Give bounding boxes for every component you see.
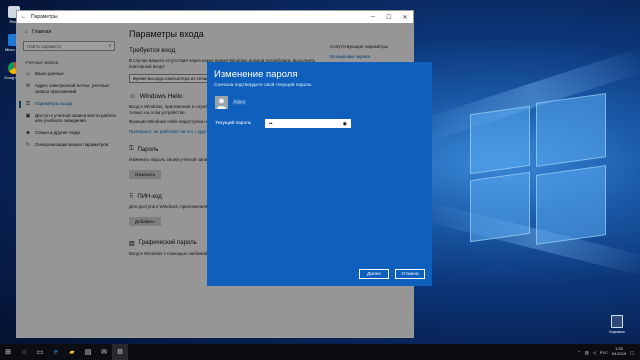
reveal-password-icon[interactable]: ◉	[343, 121, 347, 127]
current-password-input[interactable]: •• ◉	[265, 119, 351, 128]
current-password-label: Текущий пароль	[215, 121, 252, 126]
settings-taskbar-icon[interactable]: ⚙	[112, 344, 128, 360]
dialog-title: Изменение пароля	[214, 69, 298, 80]
edge-taskbar-icon[interactable]: e	[48, 344, 64, 360]
avatar	[215, 96, 228, 109]
window-titlebar: ← Параметры ─ ☐ ✕	[17, 11, 413, 23]
user-name: Alex	[233, 99, 246, 106]
dialog-subtitle: Сначала подтвердите свой текущий пароль.	[214, 83, 313, 88]
current-password-row: Текущий пароль •• ◉	[207, 109, 432, 128]
clock[interactable]: 1:30 04.2019	[612, 346, 626, 357]
explorer-icon[interactable]: ▰	[64, 344, 80, 360]
windows-logo-pane	[536, 93, 606, 167]
back-arrow-icon[interactable]: ←	[17, 14, 31, 20]
windows-logo-pane	[536, 165, 606, 245]
desktop-icon-recycle-bin[interactable]: Корзина	[606, 315, 628, 334]
maximize-icon[interactable]: ☐	[381, 14, 397, 21]
mail-taskbar-icon[interactable]: ✉	[96, 344, 112, 360]
change-password-dialog: Изменение пароля Сначала подтвердите сво…	[207, 62, 432, 286]
user-row: Alex	[207, 88, 432, 109]
windows-logo-pane	[470, 105, 530, 175]
task-view-icon[interactable]: ▭	[32, 344, 48, 360]
store-icon[interactable]: ▤	[80, 344, 96, 360]
cancel-button[interactable]: Отмена	[395, 269, 425, 279]
user-avatar-icon	[217, 98, 226, 109]
close-icon[interactable]: ✕	[397, 14, 413, 21]
minimize-icon[interactable]: ─	[365, 14, 381, 20]
chevron-up-icon[interactable]: ⌃	[578, 350, 581, 355]
network-icon[interactable]: ▥	[585, 350, 589, 355]
notifications-icon[interactable]: ▢	[630, 350, 634, 355]
start-icon[interactable]: ⊞	[0, 344, 16, 360]
dialog-buttons: Далее Отмена	[359, 269, 425, 279]
window-title: Параметры	[31, 14, 58, 20]
windows-logo-pane	[470, 171, 530, 243]
system-tray: ⌃ ▥ ◁ РУС 1:30 04.2019 ▢	[578, 346, 640, 357]
search-icon[interactable]: ○	[16, 344, 32, 360]
volume-icon[interactable]: ◁	[593, 350, 596, 355]
recycle-bin-icon	[611, 315, 623, 328]
language-indicator[interactable]: РУС	[600, 350, 608, 355]
taskbar: ⊞ ○ ▭ e ▰ ▤ ✉ ⚙ ⌃ ▥ ◁ РУС 1:30 04.2019 ▢	[0, 344, 640, 360]
next-button[interactable]: Далее	[359, 269, 389, 279]
